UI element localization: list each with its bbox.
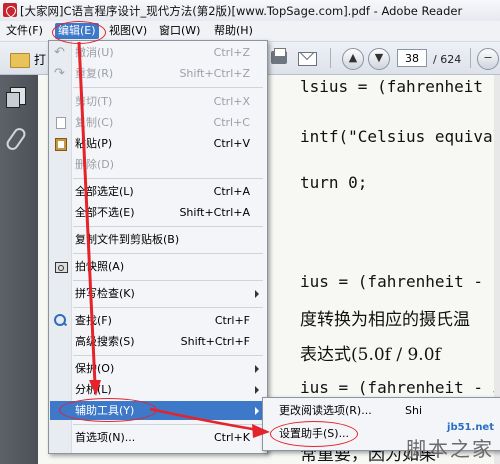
menu-item-snapshot[interactable]: 拍快照(A) <box>50 257 266 276</box>
search-icon <box>54 314 67 327</box>
next-page-button[interactable]: ▼ <box>368 48 390 70</box>
copy-icon <box>54 116 67 129</box>
edit-menu-dropdown: 撤消(U) Ctrl+Z 重复(R) Shift+Ctrl+Z 剪切(T) Ct… <box>48 40 268 454</box>
camera-icon <box>54 260 68 273</box>
previous-page-button[interactable]: ▲ <box>342 48 364 70</box>
menu-item-copy-file-to-clipboard[interactable]: 复制文件到剪贴板(B) <box>50 230 266 249</box>
menu-item-redo[interactable]: 重复(R) Shift+Ctrl+Z <box>50 64 266 83</box>
menu-item-preferences[interactable]: 首选项(N)... Ctrl+K <box>50 428 266 447</box>
submenu-arrow-icon <box>255 407 259 415</box>
doc-line: intf("Celsius equival <box>300 127 500 146</box>
menu-item-find[interactable]: 查找(F) Ctrl+F <box>50 311 266 330</box>
menu-window[interactable]: 窗口(W) <box>156 23 203 39</box>
navigation-pane <box>0 75 38 464</box>
menu-separator <box>73 307 263 308</box>
adobe-reader-icon <box>3 3 17 17</box>
attachments-icon[interactable] <box>4 125 28 153</box>
doc-line: 表达式(5.0f / 9.0f <box>300 345 441 365</box>
page-number-input[interactable]: 38 <box>397 49 427 67</box>
menu-edit[interactable]: 编辑(E) <box>55 23 99 39</box>
doc-line: 度转换为相应的摄氏温 <box>300 310 470 330</box>
print-icon[interactable] <box>268 47 290 69</box>
doc-line: ius = (fahrenheit - F <box>300 272 500 291</box>
menu-separator <box>73 355 263 356</box>
submenu-arrow-icon <box>255 386 259 394</box>
submenu-arrow-icon <box>255 365 259 373</box>
menu-item-copy[interactable]: 复制(C) Ctrl+C <box>50 113 266 132</box>
menu-item-accessibility[interactable]: 辅助工具(Y) <box>50 401 266 420</box>
zoom-out-button[interactable]: − <box>477 48 499 70</box>
menu-item-spell-check[interactable]: 拼写检查(K) <box>50 284 266 303</box>
menu-bar: 文件(F) 编辑(E) 视图(V) 窗口(W) 帮助(H) <box>0 21 500 42</box>
page-thumbnails-icon[interactable] <box>6 87 26 108</box>
menu-separator <box>73 253 263 254</box>
doc-line: lsius = (fahrenheit - <box>300 77 500 96</box>
menu-file[interactable]: 文件(F) <box>3 23 46 39</box>
menu-separator <box>73 178 263 179</box>
toolbar-separator <box>470 48 471 68</box>
menu-item-analysis[interactable]: 分析(L) <box>50 380 266 399</box>
open-folder-icon[interactable] <box>8 47 30 69</box>
toolbar-separator <box>330 48 331 68</box>
toolbar-stub-label: 打 <box>34 53 47 67</box>
window-title: [大家网]C语言程序设计_现代方法(第2版)[www.TopSage.com].… <box>20 4 463 18</box>
email-icon[interactable] <box>296 47 318 69</box>
page-total: / 624 <box>433 53 462 66</box>
paste-icon <box>54 137 67 151</box>
menu-view[interactable]: 视图(V) <box>106 23 150 39</box>
menu-item-advanced-search[interactable]: 高级搜索(S) Shift+Ctrl+F <box>50 332 266 351</box>
menu-separator <box>73 424 263 425</box>
menu-separator <box>73 87 263 88</box>
undo-icon <box>54 43 67 62</box>
menu-item-deselect-all[interactable]: 全部不选(E) Shift+Ctrl+A <box>50 203 266 222</box>
menu-item-undo[interactable]: 撤消(U) Ctrl+Z <box>50 43 266 62</box>
accessibility-submenu: 更改阅读选项(R)... Shi 设置助手(S)... <box>262 397 500 451</box>
menu-item-select-all[interactable]: 全部选定(L) Ctrl+A <box>50 182 266 201</box>
menu-help[interactable]: 帮助(H) <box>211 23 256 39</box>
menu-separator <box>73 280 263 281</box>
menu-item-setup-assistant[interactable]: 设置助手(S)... <box>264 424 500 443</box>
menu-item-cut[interactable]: 剪切(T) Ctrl+X <box>50 92 266 111</box>
menu-item-change-reading-options[interactable]: 更改阅读选项(R)... Shi <box>264 401 500 420</box>
menu-item-protection[interactable]: 保护(O) <box>50 359 266 378</box>
doc-line: ius = (fahrenheit - 3 <box>300 378 500 397</box>
menu-item-delete[interactable]: 删除(D) <box>50 155 266 174</box>
submenu-arrow-icon <box>255 290 259 298</box>
menu-item-paste[interactable]: 粘贴(P) Ctrl+V <box>50 134 266 153</box>
doc-line: turn 0; <box>300 173 368 192</box>
menu-separator <box>73 226 263 227</box>
redo-icon <box>54 64 67 83</box>
title-bar: [大家网]C语言程序设计_现代方法(第2版)[www.TopSage.com].… <box>0 0 500 22</box>
